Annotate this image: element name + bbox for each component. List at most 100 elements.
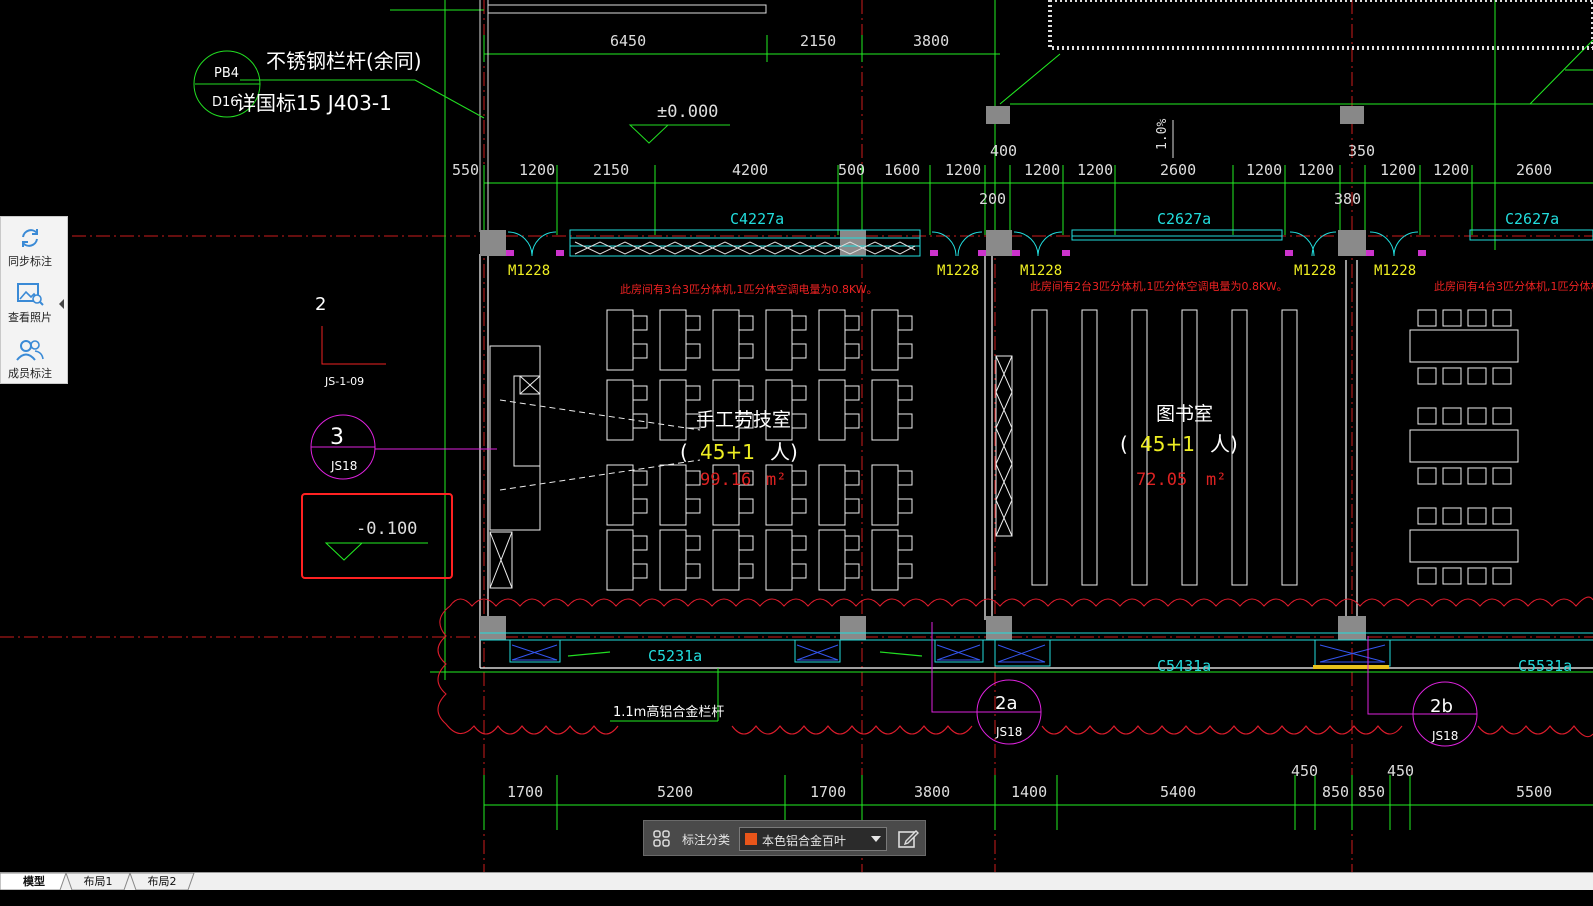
sync-annotation-label: 同步标注 xyxy=(8,255,52,268)
room1-ac-note: 此房间有3台3匹分体机,1匹分体空调电量为0.8KW。 xyxy=(620,282,878,296)
railing-note: 不锈钢栏杆(余同) xyxy=(266,49,422,73)
annotation-category-bar: 标注分类 本色铝合金百叶 xyxy=(643,820,926,856)
section-mark xyxy=(321,326,386,365)
dim-upper-10: 1200 xyxy=(1077,161,1113,179)
door-label-3: M1228 xyxy=(1020,263,1062,279)
category-color-swatch xyxy=(745,833,757,845)
slope-text: 1.0% xyxy=(1155,119,1170,150)
floor-plan-drawing[interactable]: 6450 2150 3800 550 1200 2150 4200 500 16… xyxy=(0,0,1593,890)
elevation-top: ±0.000 xyxy=(657,102,718,122)
annotation-category-select[interactable]: 本色铝合金百叶 xyxy=(739,827,887,851)
dim-lower-sub-1: 450 xyxy=(1291,762,1318,780)
dim-upper-1: 550 xyxy=(452,161,479,179)
detail2b-number: 2b xyxy=(1430,696,1453,717)
dim-lower-1: 1700 xyxy=(507,783,543,801)
window-label-c5231a: C5231a xyxy=(648,647,702,665)
room3-ac-note: 此房间有4台3匹分体机,1匹分体机 xyxy=(1434,279,1593,293)
room2-area-unit: m² xyxy=(1206,470,1226,490)
floating-toolbar: 同步标注 查看照片 成员标注 xyxy=(0,216,68,384)
detail2a-number: 2a xyxy=(995,693,1017,714)
edit-icon[interactable] xyxy=(896,827,920,851)
window-label-c2627a-2: C2627a xyxy=(1505,210,1559,228)
dim-upper-6: 1600 xyxy=(884,161,920,179)
photo-search-icon xyxy=(15,281,45,307)
detail3-number: 3 xyxy=(330,425,344,450)
upper-right-structure xyxy=(986,0,1593,124)
dim-lower-4: 3800 xyxy=(914,783,950,801)
room1-occupancy: 45+1 xyxy=(700,440,755,464)
bottom-windows xyxy=(480,632,1593,667)
bottom-ac-units xyxy=(511,644,1386,663)
room2-close-paren: 人) xyxy=(1210,432,1238,456)
dim-upper-9: 1200 xyxy=(1024,161,1060,179)
dim-upper-13: 1200 xyxy=(1298,161,1334,179)
dim-upper-4: 4200 xyxy=(732,161,768,179)
annotation-category-value: 本色铝合金百叶 xyxy=(762,834,847,848)
collapse-arrow-icon[interactable] xyxy=(58,295,66,309)
room1-open-paren: ( xyxy=(680,440,688,464)
door-label-4: M1228 xyxy=(1294,263,1336,279)
dim-lower-9: 5500 xyxy=(1516,783,1552,801)
room1-area-unit: m² xyxy=(766,470,786,490)
dim-lower-6: 5400 xyxy=(1160,783,1196,801)
dim-lower-sub-2: 450 xyxy=(1387,762,1414,780)
bottom-arrows xyxy=(567,651,923,657)
dim-lower-8: 850 xyxy=(1358,783,1385,801)
dim-lower-3: 1700 xyxy=(810,783,846,801)
window-label-c5431a: C5431a xyxy=(1157,657,1211,675)
tab-model[interactable]: 模型 xyxy=(8,873,60,890)
member-annotation-label: 成员标注 xyxy=(8,367,52,380)
dim-upper-16: 1200 xyxy=(1433,161,1469,179)
room2-open-paren: ( xyxy=(1120,432,1128,456)
tab-layout2[interactable]: 布局2 xyxy=(136,873,188,890)
dim-sub-1: 200 xyxy=(979,190,1006,208)
member-annotation-button[interactable]: 成员标注 xyxy=(1,331,59,387)
room1-close-paren: 人) xyxy=(770,440,798,464)
grid-icon[interactable] xyxy=(652,829,672,849)
dim-lower-5: 1400 xyxy=(1011,783,1047,801)
door-label-1: M1228 xyxy=(508,263,550,279)
door-label-2: M1228 xyxy=(937,263,979,279)
dim-lower-2: 5200 xyxy=(657,783,693,801)
room1-area: 99.16 xyxy=(700,470,751,490)
window-label-c2627a-1: C2627a xyxy=(1157,210,1211,228)
railing-low-note: 1.1m高铝合金栏杆 xyxy=(613,704,724,720)
dim-upper-7: 1200 xyxy=(945,161,981,179)
elevation-left-symbol xyxy=(324,542,428,561)
dim-upper-8: 400 xyxy=(990,142,1017,160)
dim-upper-12: 1200 xyxy=(1246,161,1282,179)
section-number: 2 xyxy=(315,294,326,315)
dim-sub-2: 380 xyxy=(1334,190,1361,208)
chevron-down-icon xyxy=(871,836,881,842)
dim-top-1: 6450 xyxy=(610,32,646,50)
dim-upper-17: 2600 xyxy=(1516,161,1552,179)
railing-circle-bottom: D16 xyxy=(212,95,239,110)
revision-cloud xyxy=(437,596,1593,738)
dim-top-3: 3800 xyxy=(913,32,949,50)
room2-ac-note: 此房间有2台3匹分体机,1匹分体空调电量为0.8KW。 xyxy=(1030,279,1288,293)
dim-lower-7: 850 xyxy=(1322,783,1349,801)
status-strip xyxy=(0,890,1593,906)
cad-model-space[interactable]: 6450 2150 3800 550 1200 2150 4200 500 16… xyxy=(0,0,1593,890)
view-photo-button[interactable]: 查看照片 xyxy=(1,275,59,331)
layout-tab-bar: 模型 布局1 布局2 xyxy=(0,872,1593,890)
dim-upper-5: 500 xyxy=(838,161,865,179)
dim-top-2: 2150 xyxy=(800,32,836,50)
room2-area: 72.05 xyxy=(1136,470,1187,490)
annotation-category-label: 标注分类 xyxy=(682,833,731,847)
dim-upper-2: 1200 xyxy=(519,161,555,179)
room2-occupancy: 45+1 xyxy=(1140,432,1195,456)
dim-upper-15: 1200 xyxy=(1380,161,1416,179)
bottom-yellow-strip xyxy=(1313,665,1389,669)
window-label-c5531a: C5531a xyxy=(1518,657,1572,675)
window-label-c4227a: C4227a xyxy=(730,210,784,228)
tab-layout1[interactable]: 布局1 xyxy=(72,873,124,890)
door-label-5: M1228 xyxy=(1374,263,1416,279)
railing-ref: 详国标15 J403-1 xyxy=(236,91,392,115)
dim-upper-14: 350 xyxy=(1348,142,1375,160)
sync-annotation-button[interactable]: 同步标注 xyxy=(1,219,59,275)
detail2a-ref: JS18 xyxy=(995,725,1022,739)
dim-upper-3: 2150 xyxy=(593,161,629,179)
room2-name: 图书室 xyxy=(1156,403,1213,425)
sync-icon xyxy=(15,225,45,251)
